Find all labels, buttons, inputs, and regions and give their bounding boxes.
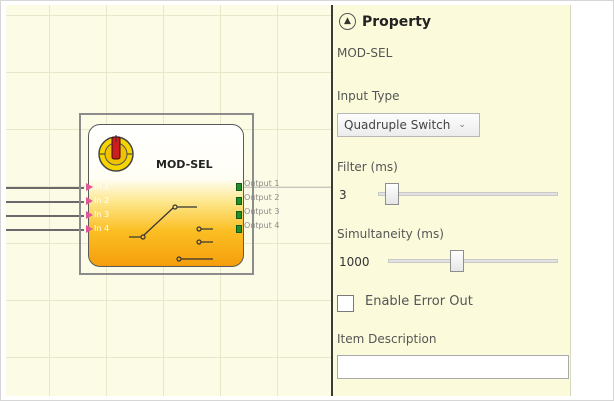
input-port-4[interactable]	[86, 225, 93, 233]
collapse-chevron-up-icon[interactable]: ▲	[339, 13, 356, 30]
simultaneity-label: Simultaneity (ms)	[337, 227, 444, 241]
output-port-2[interactable]	[236, 197, 242, 205]
switch-symbol-icon	[129, 204, 213, 262]
input-port-3[interactable]	[86, 211, 93, 219]
property-header: ▲ Property	[339, 13, 431, 30]
simultaneity-slider-thumb[interactable]	[450, 250, 464, 272]
mod-sel-block[interactable]: MOD-SEL	[88, 124, 244, 267]
simultaneity-value: 1000	[339, 255, 370, 269]
property-panel: ▲ Property MOD-SEL Input Type Quadruple …	[333, 5, 571, 396]
block-name-label: MOD-SEL	[337, 46, 393, 60]
input-wire-4	[6, 229, 84, 231]
chevron-down-icon: ⌄	[458, 120, 466, 130]
input-wire-2	[6, 201, 84, 203]
design-canvas[interactable]: MOD-SEL In 1 In 2 In 3 In 4 Output 1 Out…	[6, 5, 332, 396]
enable-error-out-checkbox[interactable]	[337, 295, 354, 312]
filter-slider-thumb[interactable]	[385, 183, 399, 205]
filter-value: 3	[339, 188, 347, 202]
output-port-4[interactable]	[236, 225, 242, 233]
output-port-1[interactable]	[236, 183, 242, 191]
selector-knob-icon	[96, 132, 140, 176]
input-port-1[interactable]	[86, 183, 93, 191]
property-title: Property	[362, 13, 432, 30]
input-type-select[interactable]: Quadruple Switch ⌄	[337, 113, 480, 137]
output-label-4: Output 4	[244, 221, 280, 230]
enable-error-out-label[interactable]: Enable Error Out	[365, 294, 473, 309]
output-label-2: Output 2	[244, 193, 280, 202]
input-wire-1	[6, 187, 84, 189]
filter-slider-track[interactable]	[378, 192, 558, 196]
input-label-4: In 4	[94, 224, 110, 233]
output-port-3[interactable]	[236, 211, 242, 219]
block-title: MOD-SEL	[156, 158, 213, 171]
input-label-1: In 1	[94, 182, 110, 191]
input-label-3: In 3	[94, 210, 110, 219]
output-label-3: Output 3	[244, 207, 280, 216]
right-empty-area	[571, 5, 609, 396]
input-port-2[interactable]	[86, 197, 93, 205]
item-description-field[interactable]	[337, 355, 569, 379]
input-label-2: In 2	[94, 196, 110, 205]
item-description-label: Item Description	[337, 332, 437, 346]
output-label-1: Output 1	[244, 179, 280, 188]
input-wire-3	[6, 215, 84, 217]
input-type-value: Quadruple Switch	[344, 118, 451, 132]
input-type-label: Input Type	[337, 89, 400, 103]
simultaneity-slider-track[interactable]	[388, 259, 558, 263]
filter-label: Filter (ms)	[337, 160, 398, 174]
